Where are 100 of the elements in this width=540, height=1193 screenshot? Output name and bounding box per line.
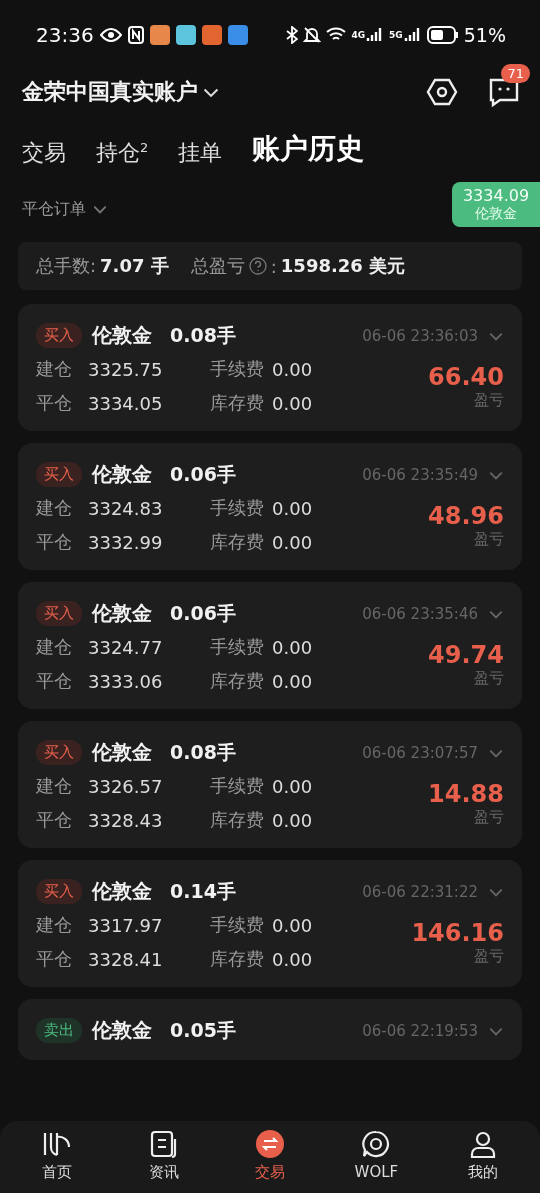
notification-badge: 71: [501, 64, 530, 83]
field-label: 库存费: [210, 391, 265, 415]
tab[interactable]: 交易: [22, 138, 66, 168]
field-value: 0.00: [272, 948, 314, 970]
filter-dropdown[interactable]: 平仓订单: [22, 198, 108, 220]
app-icon: [201, 25, 222, 45]
field-value: 0.00: [272, 775, 314, 797]
messages-button[interactable]: [488, 76, 520, 108]
symbol-name: 伦敦金: [92, 739, 152, 766]
field-value: 3317.97: [88, 914, 164, 936]
field-value: 3324.77: [88, 636, 164, 658]
field-value: 3328.43: [88, 809, 164, 831]
tab[interactable]: 持仓$^{2}$: [96, 138, 149, 168]
bluetooth-icon: [286, 26, 299, 44]
field-value: 3324.83: [88, 497, 164, 519]
field-label: 建仓: [36, 496, 73, 520]
order-card[interactable]: 买入 伦敦金 0.06手 06-06 23:35:46 建仓 3324.77 手续费 0.00 平仓 3333.06 库存费 0.00 49.74 盈亏: [18, 582, 522, 709]
summary-label: 总盈亏: [190, 254, 245, 278]
side-tag: 买入: [36, 323, 82, 348]
nfc-icon: [127, 26, 144, 44]
battery-icon: [426, 26, 459, 44]
lot-size: 0.14手: [170, 878, 236, 904]
order-card[interactable]: 卖出 伦敦金 0.05手 06-06 22:19:53: [18, 999, 522, 1060]
field-label: 建仓: [36, 635, 73, 659]
nav-item[interactable]: WOLF: [331, 1121, 422, 1193]
symbol-name: 伦敦金: [92, 600, 152, 627]
field-label: 库存费: [210, 808, 265, 832]
field-label: 建仓: [36, 913, 73, 937]
account-dropdown[interactable]: 金荣中国真实账户: [22, 77, 220, 107]
app-icon: [175, 25, 196, 45]
order-time: 06-06 23:35:49: [362, 465, 478, 484]
profit-label: 盈亏: [474, 807, 504, 827]
summary-label: 总手数:: [36, 254, 97, 278]
nav-item[interactable]: 我的: [437, 1121, 528, 1193]
profit-value: 66.40: [428, 362, 504, 391]
lot-size: 0.08手: [170, 322, 236, 348]
profit-label: 盈亏: [474, 946, 504, 966]
field-value: 0.00: [272, 392, 314, 414]
field-label: 建仓: [36, 357, 73, 381]
order-card[interactable]: 买入 伦敦金 0.06手 06-06 23:35:49 建仓 3324.83 手续费 0.00 平仓 3332.99 库存费 0.00 48.96 盈亏: [18, 443, 522, 570]
field-label: 平仓: [36, 391, 73, 415]
news-icon: [148, 1129, 179, 1159]
field-label: 库存费: [210, 947, 265, 971]
app-icon: [227, 25, 248, 45]
profit-value: 49.74: [428, 640, 504, 669]
field-label: 手续费: [210, 496, 265, 520]
field-label: 手续费: [210, 635, 265, 659]
order-card[interactable]: 买入 伦敦金 0.08手 06-06 23:36:03 建仓 3325.75 手续费 0.00 平仓 3334.05 库存费 0.00 66.40 盈亏: [18, 304, 522, 431]
field-value: 3334.05: [88, 392, 164, 414]
colon: :: [270, 255, 277, 277]
order-time: 06-06 22:19:53: [362, 1021, 478, 1040]
field-label: 手续费: [210, 774, 265, 798]
signal-icon: [403, 27, 422, 43]
order-time: 06-06 23:07:57: [362, 743, 478, 762]
price-value: 3334.09: [462, 186, 530, 205]
field-value: 0.00: [272, 531, 314, 553]
tab[interactable]: 挂单: [178, 138, 223, 168]
profit-value: 146.16: [411, 918, 504, 947]
field-value: 0.00: [272, 358, 314, 380]
field-label: 手续费: [210, 357, 265, 381]
profit-value: 14.88: [428, 779, 504, 808]
lot-size: 0.08手: [170, 739, 236, 765]
field-value: 0.00: [272, 914, 314, 936]
field-label: 库存费: [210, 669, 265, 693]
field-label: 手续费: [210, 913, 265, 937]
profit-label: 盈亏: [474, 668, 504, 688]
symbol-name: 伦敦金: [92, 322, 152, 349]
exchange-icon: [254, 1129, 285, 1159]
lot-size: 0.05手: [170, 1017, 236, 1043]
eye-icon: [99, 28, 122, 42]
order-card[interactable]: 买入 伦敦金 0.14手 06-06 22:31:22 建仓 3317.97 手续费 0.00 平仓 3328.41 库存费 0.00 146.16 盈亏: [18, 860, 522, 987]
side-tag: 买入: [36, 601, 82, 626]
field-label: 建仓: [36, 774, 73, 798]
symbol-name: 伦敦金: [92, 461, 152, 488]
profit-label: 盈亏: [474, 390, 504, 410]
field-value: 3328.41: [88, 948, 164, 970]
chat-icon: [361, 1129, 392, 1159]
settings-button[interactable]: [426, 76, 458, 108]
field-value: 0.00: [272, 670, 314, 692]
clock: 23:36: [36, 23, 94, 47]
symbol-name: 伦敦金: [92, 878, 152, 905]
lot-size: 0.06手: [170, 600, 236, 626]
side-tag: 卖出: [36, 1018, 82, 1043]
help-icon[interactable]: [248, 257, 267, 275]
tab[interactable]: 账户历史: [252, 130, 365, 168]
field-value: 0.00: [272, 809, 314, 831]
lot-size: 0.06手: [170, 461, 236, 487]
field-label: 平仓: [36, 669, 73, 693]
field-value: 0.00: [272, 636, 314, 658]
side-tag: 买入: [36, 462, 82, 487]
summary-value: 7.07 手: [100, 254, 169, 278]
side-tag: 买入: [36, 879, 82, 904]
summary-value: 1598.26 美元: [280, 254, 406, 278]
bell-off-icon: [303, 26, 322, 44]
order-time: 06-06 23:35:46: [362, 604, 478, 623]
profit-label: 盈亏: [474, 529, 504, 549]
order-card[interactable]: 买入 伦敦金 0.08手 06-06 23:07:57 建仓 3326.57 手续费 0.00 平仓 3328.43 库存费 0.00 14.88 盈亏: [18, 721, 522, 848]
nav-item[interactable]: 首页: [12, 1121, 103, 1193]
nav-item[interactable]: 资讯: [118, 1121, 209, 1193]
nav-item[interactable]: 交易: [224, 1121, 315, 1193]
